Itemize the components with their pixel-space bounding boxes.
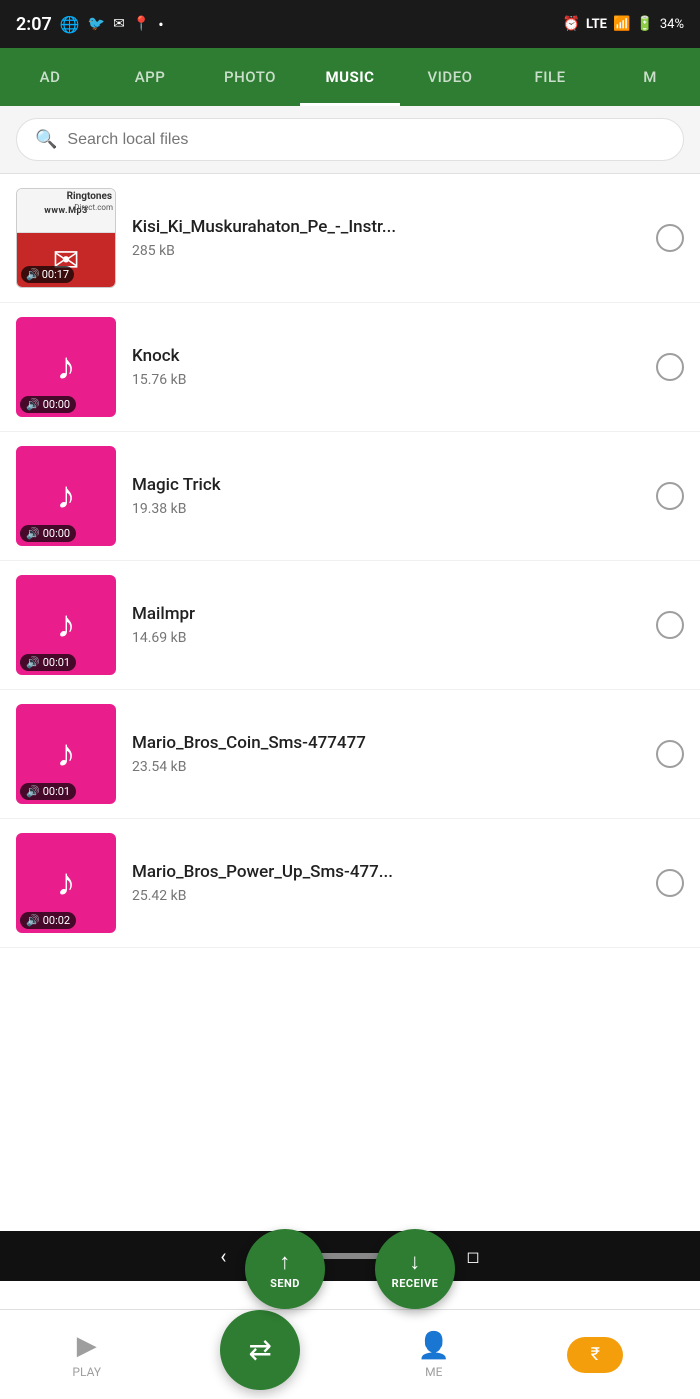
music-note-icon: ♪	[57, 474, 76, 518]
battery-icon: 🔋	[636, 16, 653, 32]
send-icon: ↑	[279, 1249, 291, 1275]
file-name: Mario_Bros_Power_Up_Sms-477...	[132, 862, 640, 882]
duration-badge: 🔊00:02	[20, 912, 76, 929]
list-item[interactable]: ♪ 🔊00:01 Mailmpr 14.69 kB	[0, 561, 700, 690]
file-info: Knock 15.76 kB	[132, 346, 640, 388]
file-thumbnail: ♪ 🔊00:02	[16, 833, 116, 933]
file-select-radio[interactable]	[656, 740, 684, 768]
music-note-icon: ♪	[57, 345, 76, 389]
receive-icon: ↓	[409, 1249, 421, 1275]
lte-label: LTE	[586, 17, 607, 32]
rupee-icon: ₹	[591, 1344, 600, 1365]
transfer-icon: ⇄	[249, 1333, 272, 1366]
duration-badge: 🔊00:00	[20, 525, 76, 542]
list-item[interactable]: www.Mp3 Ringtones Direct.com ✉ 🔊00:17 Ki…	[0, 174, 700, 303]
file-name: Magic Trick	[132, 475, 640, 495]
chrome-icon: 🌐	[60, 15, 80, 34]
file-info: Mailmpr 14.69 kB	[132, 604, 640, 646]
action-buttons: ↑ SEND ↓ RECEIVE	[0, 1229, 700, 1309]
file-info: Kisi_Ki_Muskurahaton_Pe_-_Instr... 285 k…	[132, 217, 640, 259]
file-thumbnail: ♪ 🔊00:00	[16, 317, 116, 417]
file-info: Magic Trick 19.38 kB	[132, 475, 640, 517]
file-name: Knock	[132, 346, 640, 366]
file-size: 25.42 kB	[132, 888, 640, 904]
tab-app[interactable]: APP	[100, 48, 200, 106]
dot-indicator: •	[158, 15, 163, 34]
file-size: 14.69 kB	[132, 630, 640, 646]
file-info: Mario_Bros_Power_Up_Sms-477... 25.42 kB	[132, 862, 640, 904]
file-select-radio[interactable]	[656, 224, 684, 252]
tab-more[interactable]: M	[600, 48, 700, 106]
music-note-icon: ♪	[57, 861, 76, 905]
file-size: 23.54 kB	[132, 759, 640, 775]
music-note-icon: ♪	[57, 603, 76, 647]
file-list: www.Mp3 Ringtones Direct.com ✉ 🔊00:17 Ki…	[0, 174, 700, 1231]
file-name: Mario_Bros_Coin_Sms-477477	[132, 733, 640, 753]
twitter-icon: 🐦	[88, 16, 105, 32]
file-size: 285 kB	[132, 243, 640, 259]
play-icon: ▶	[77, 1331, 97, 1361]
tab-video[interactable]: VIDEO	[400, 48, 500, 106]
me-icon: 👤	[418, 1331, 450, 1361]
tab-photo[interactable]: PHOTO	[200, 48, 300, 106]
play-label: PLAY	[72, 1365, 101, 1379]
duration-badge: 🔊00:01	[20, 654, 76, 671]
nav-transfer-button[interactable]: ⇄	[220, 1310, 300, 1390]
file-name: Kisi_Ki_Muskurahaton_Pe_-_Instr...	[132, 217, 640, 237]
search-input[interactable]	[67, 131, 665, 149]
file-select-radio[interactable]	[656, 611, 684, 639]
file-thumbnail: ♪ 🔊00:01	[16, 704, 116, 804]
coin-button[interactable]: ₹	[567, 1337, 623, 1373]
file-size: 15.76 kB	[132, 372, 640, 388]
me-label: ME	[425, 1365, 442, 1379]
file-thumbnail: ♪ 🔊00:00	[16, 446, 116, 546]
battery-level: 34%	[660, 17, 684, 32]
list-item[interactable]: ♪ 🔊00:02 Mario_Bros_Power_Up_Sms-477... …	[0, 819, 700, 948]
file-thumbnail: www.Mp3 Ringtones Direct.com ✉ 🔊00:17	[16, 188, 116, 288]
file-info: Mario_Bros_Coin_Sms-477477 23.54 kB	[132, 733, 640, 775]
send-button[interactable]: ↑ SEND	[245, 1229, 325, 1309]
duration-badge: 🔊00:01	[20, 783, 76, 800]
send-label: SEND	[270, 1277, 300, 1290]
nav-me[interactable]: 👤 ME	[394, 1331, 474, 1379]
tab-file[interactable]: FILE	[500, 48, 600, 106]
nav-play[interactable]: ▶ PLAY	[47, 1331, 127, 1379]
alarm-icon: ⏰	[563, 16, 580, 32]
menu-bars-icon	[631, 1347, 653, 1362]
tab-ad[interactable]: AD	[0, 48, 100, 106]
file-size: 19.38 kB	[132, 501, 640, 517]
bottom-nav: ▶ PLAY ⇄ 👤 ME ₹	[0, 1309, 700, 1399]
duration-badge: 🔊00:00	[20, 396, 76, 413]
file-select-radio[interactable]	[656, 353, 684, 381]
maps-icon: 📍	[133, 16, 150, 32]
status-time: 2:07	[16, 14, 52, 35]
music-note-icon: ♪	[57, 732, 76, 776]
file-select-radio[interactable]	[656, 869, 684, 897]
nav-tabs: AD APP PHOTO MUSIC VIDEO FILE M	[0, 48, 700, 106]
search-bar: 🔍	[0, 106, 700, 174]
coin-area[interactable]: ₹	[567, 1337, 653, 1373]
list-item[interactable]: ♪ 🔊00:00 Magic Trick 19.38 kB	[0, 432, 700, 561]
file-select-radio[interactable]	[656, 482, 684, 510]
list-item[interactable]: ♪ 🔊00:01 Mario_Bros_Coin_Sms-477477 23.5…	[0, 690, 700, 819]
search-icon: 🔍	[35, 129, 57, 150]
receive-label: RECEIVE	[392, 1277, 439, 1290]
receive-button[interactable]: ↓ RECEIVE	[375, 1229, 455, 1309]
file-thumbnail: ♪ 🔊00:01	[16, 575, 116, 675]
status-bar: 2:07 🌐 🐦 ✉ 📍 • ⏰ LTE 📶 🔋 34%	[0, 0, 700, 48]
file-name: Mailmpr	[132, 604, 640, 624]
tab-music[interactable]: MUSIC	[300, 48, 400, 106]
mail-icon: ✉	[113, 16, 125, 32]
signal-icon: 📶	[613, 16, 630, 32]
list-item[interactable]: ♪ 🔊00:00 Knock 15.76 kB	[0, 303, 700, 432]
